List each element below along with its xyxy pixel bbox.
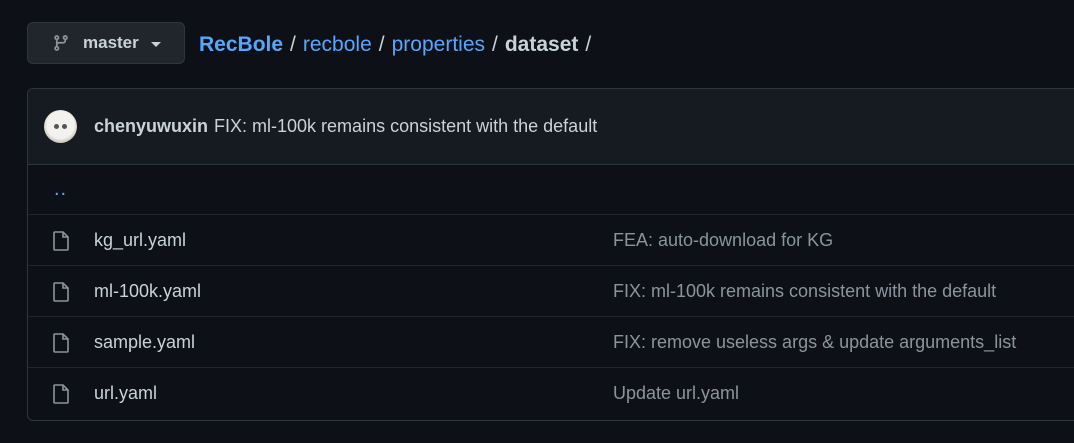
avatar[interactable]	[44, 110, 77, 143]
commit-message-link[interactable]: FIX: ml-100k remains consistent with the…	[214, 116, 597, 137]
file-name-link[interactable]: sample.yaml	[94, 332, 195, 353]
parent-directory-link[interactable]: ..	[54, 178, 67, 201]
breadcrumb: RecBole / recbole / properties / dataset…	[199, 32, 598, 58]
breadcrumb-separator: /	[492, 33, 498, 56]
file-name-link[interactable]: kg_url.yaml	[94, 230, 186, 251]
latest-commit-bar: chenyuwuxin FIX: ml-100k remains consist…	[28, 89, 1074, 165]
file-name-link[interactable]: url.yaml	[94, 383, 157, 404]
chevron-down-icon	[150, 41, 161, 47]
git-branch-icon	[52, 34, 70, 52]
breadcrumb-current: dataset	[504, 33, 579, 56]
file-row[interactable]: url.yaml Update url.yaml	[28, 368, 1074, 419]
file-commit-link[interactable]: Update url.yaml	[613, 383, 739, 404]
file-row[interactable]: ml-100k.yaml FIX: ml-100k remains consis…	[28, 266, 1074, 317]
breadcrumb-separator: /	[290, 33, 296, 56]
file-row[interactable]: sample.yaml FIX: remove useless args & u…	[28, 317, 1074, 368]
file-browser: chenyuwuxin FIX: ml-100k remains consist…	[27, 88, 1074, 421]
branch-name: master	[83, 33, 139, 52]
file-icon	[52, 333, 70, 353]
breadcrumb-separator: /	[378, 33, 385, 56]
file-icon	[52, 282, 70, 302]
parent-directory-row[interactable]: ..	[28, 165, 1074, 215]
file-name-link[interactable]: ml-100k.yaml	[94, 281, 201, 302]
breadcrumb-root-link[interactable]: RecBole	[199, 32, 283, 58]
file-commit-link[interactable]: FIX: ml-100k remains consistent with the…	[613, 281, 996, 302]
file-icon	[52, 384, 70, 404]
branch-select-button[interactable]: master	[27, 22, 185, 64]
breadcrumb-link-recbole[interactable]: recbole	[303, 32, 372, 58]
commit-author-link[interactable]: chenyuwuxin	[94, 116, 208, 137]
breadcrumb-separator: /	[585, 33, 592, 56]
file-row[interactable]: kg_url.yaml FEA: auto-download for KG	[28, 215, 1074, 266]
file-commit-link[interactable]: FIX: remove useless args & update argume…	[613, 332, 1016, 353]
breadcrumb-link-properties[interactable]: properties	[392, 32, 485, 58]
file-icon	[52, 231, 70, 251]
file-commit-link[interactable]: FEA: auto-download for KG	[613, 230, 833, 251]
